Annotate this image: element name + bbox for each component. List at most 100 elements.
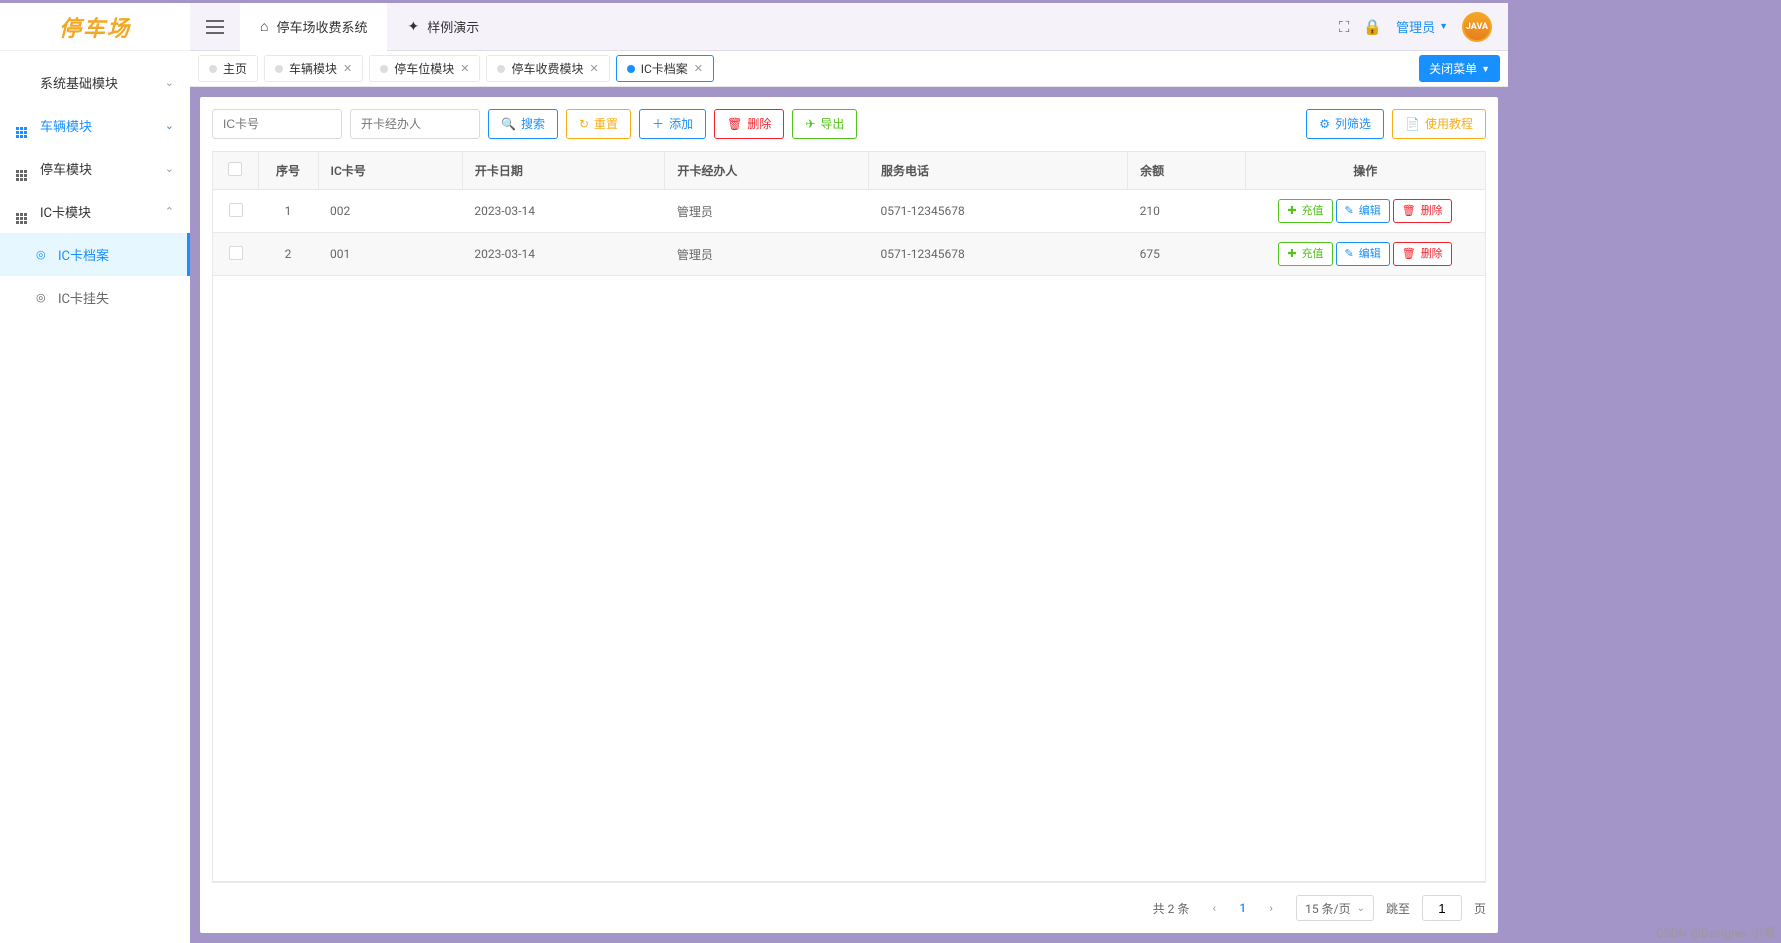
- tab-parkingspot[interactable]: 停车位模块 ✕: [369, 55, 480, 82]
- avatar[interactable]: JAVA: [1462, 12, 1492, 42]
- edit-button[interactable]: ✎ 编辑: [1336, 242, 1390, 266]
- add-button[interactable]: ＋ 添加: [639, 109, 706, 139]
- col-balance: 余额: [1128, 152, 1245, 190]
- search-button[interactable]: 🔍 搜索: [488, 109, 558, 139]
- col-phone: 服务电话: [868, 152, 1127, 190]
- tab-dot-icon: [209, 65, 217, 73]
- column-filter-button[interactable]: ⚙ 列筛选: [1306, 109, 1384, 139]
- toolbar: 🔍 搜索 ↻ 重置 ＋ 添加 🗑 删除: [212, 109, 1486, 139]
- tab-vehicle[interactable]: 车辆模块 ✕: [264, 55, 363, 82]
- jump-input[interactable]: [1422, 895, 1462, 921]
- close-icon[interactable]: ✕: [460, 62, 469, 75]
- cell-cardno: 001: [318, 233, 462, 276]
- page-size-select[interactable]: 15 条/页 ⌄: [1296, 895, 1374, 921]
- tab-label: 车辆模块: [289, 60, 337, 77]
- current-page[interactable]: 1: [1239, 901, 1246, 915]
- row-delete-button[interactable]: 🗑 删除: [1393, 199, 1452, 223]
- sidebar-item-label: IC卡模块: [40, 202, 91, 221]
- export-button[interactable]: ✈ 导出: [792, 109, 857, 139]
- menu-toggle-button[interactable]: [190, 3, 240, 51]
- edit-icon: ✎: [1345, 206, 1354, 217]
- cell-seq: 2: [258, 233, 318, 276]
- target-icon: ◎: [36, 248, 50, 261]
- tutorial-button[interactable]: 📄 使用教程: [1392, 109, 1486, 139]
- sidebar-item-vehicle[interactable]: 车辆模块 ⌄: [0, 104, 190, 147]
- sidebar-item-system[interactable]: 系统基础模块 ⌄: [0, 61, 190, 104]
- edit-icon: ✎: [1345, 249, 1354, 260]
- sidebar: 停车场 系统基础模块 ⌄ 车辆模块 ⌄ 停车模块 ⌄ IC卡模块 ⌃: [0, 0, 190, 943]
- sidebar-item-parking[interactable]: 停车模块 ⌄: [0, 147, 190, 190]
- tabs-bar: 主页 车辆模块 ✕ 停车位模块 ✕ 停车收费模块 ✕ IC卡档案 ✕: [190, 51, 1508, 87]
- close-icon[interactable]: ✕: [694, 62, 703, 75]
- row-checkbox[interactable]: [229, 203, 243, 217]
- lock-button[interactable]: 🔒: [1363, 18, 1382, 36]
- chevron-down-icon: ⌄: [165, 76, 174, 89]
- jump-label: 跳至: [1386, 900, 1410, 917]
- toolbar-right: ⚙ 列筛选 📄 使用教程: [1306, 109, 1486, 139]
- sparkle-icon: ✦: [407, 19, 419, 35]
- tab-parkingfee[interactable]: 停车收费模块 ✕: [486, 55, 609, 82]
- user-menu[interactable]: 管理员 ▼: [1396, 17, 1448, 36]
- next-page-button[interactable]: ›: [1258, 895, 1284, 921]
- grid-icon: [16, 205, 30, 219]
- doc-icon: 📄: [1405, 118, 1420, 130]
- tab-home[interactable]: 主页: [198, 55, 258, 82]
- fullscreen-button[interactable]: ⛶: [1339, 18, 1350, 36]
- data-table: 序号 IC卡号 开卡日期 开卡经办人 服务电话 余额 操作 1 002 2023…: [213, 152, 1485, 276]
- col-checkbox: [213, 152, 258, 190]
- tab-label: 停车位模块: [394, 60, 454, 77]
- edit-button[interactable]: ✎ 编辑: [1336, 199, 1390, 223]
- submenu-item-iccard-lost[interactable]: ◎ IC卡挂失: [0, 276, 190, 319]
- sidebar-item-iccard[interactable]: IC卡模块 ⌃: [0, 190, 190, 233]
- home-icon: ⌂: [260, 18, 268, 35]
- close-icon[interactable]: ✕: [590, 62, 599, 75]
- cell-opendate: 2023-03-14: [462, 190, 665, 233]
- table-header-row: 序号 IC卡号 开卡日期 开卡经办人 服务电话 余额 操作: [213, 152, 1485, 190]
- table-empty-space: [213, 276, 1485, 882]
- recharge-button[interactable]: ✚ 充值: [1278, 242, 1332, 266]
- close-icon[interactable]: ✕: [343, 62, 352, 75]
- operator-input[interactable]: [350, 109, 480, 139]
- chevron-up-icon: ⌃: [165, 205, 174, 218]
- header: ⌂ 停车场收费系统 ✦ 样例演示 ⛶ 🔒 管理员 ▼ JAVA: [190, 3, 1508, 51]
- col-operator: 开卡经办人: [665, 152, 869, 190]
- user-label: 管理员: [1396, 17, 1435, 36]
- main: ⌂ 停车场收费系统 ✦ 样例演示 ⛶ 🔒 管理员 ▼ JAVA: [190, 0, 1508, 943]
- header-tabs: ⌂ 停车场收费系统 ✦ 样例演示: [240, 3, 499, 51]
- cell-cardno: 002: [318, 190, 462, 233]
- search-icon: 🔍: [501, 118, 516, 130]
- tab-dot-icon: [497, 65, 505, 73]
- row-checkbox[interactable]: [229, 246, 243, 260]
- close-menu-button[interactable]: 关闭菜单 ▼: [1419, 55, 1500, 82]
- plus-circle-icon: ✚: [1287, 249, 1296, 260]
- row-delete-button[interactable]: 🗑 删除: [1393, 242, 1452, 266]
- card-no-input[interactable]: [212, 109, 342, 139]
- header-tab-demo[interactable]: ✦ 样例演示: [387, 3, 499, 51]
- content: 🔍 搜索 ↻ 重置 ＋ 添加 🗑 删除: [190, 87, 1508, 943]
- submenu-item-iccard-archive[interactable]: ◎ IC卡档案: [0, 233, 190, 276]
- tab-iccard-archive[interactable]: IC卡档案 ✕: [616, 55, 714, 82]
- button-label: 重置: [594, 118, 618, 130]
- header-tab-label: 停车场收费系统: [276, 17, 367, 36]
- tab-label: 主页: [223, 60, 247, 77]
- trash-icon: 🗑: [727, 118, 742, 130]
- prev-page-button[interactable]: ‹: [1201, 895, 1227, 921]
- header-tab-system[interactable]: ⌂ 停车场收费系统: [240, 3, 387, 51]
- page-suffix: 页: [1474, 900, 1486, 917]
- sidebar-item-label: 车辆模块: [40, 116, 92, 135]
- gear-icon: ⚙: [1319, 118, 1330, 130]
- cell-balance: 210: [1128, 190, 1245, 233]
- logo-area: 停车场: [0, 3, 190, 51]
- refresh-icon: ↻: [579, 118, 589, 130]
- close-menu-label: 关闭菜单: [1429, 60, 1477, 77]
- delete-button[interactable]: 🗑 删除: [714, 109, 784, 139]
- caret-down-icon: ▼: [1481, 64, 1490, 74]
- reset-button[interactable]: ↻ 重置: [566, 109, 631, 139]
- recharge-button[interactable]: ✚ 充值: [1278, 199, 1332, 223]
- cell-seq: 1: [258, 190, 318, 233]
- trash-icon: 🗑: [1402, 249, 1416, 260]
- sidebar-item-label: 系统基础模块: [40, 73, 118, 92]
- checkbox-all[interactable]: [228, 162, 242, 176]
- cell-operator: 管理员: [665, 233, 869, 276]
- plus-icon: ＋: [652, 118, 664, 130]
